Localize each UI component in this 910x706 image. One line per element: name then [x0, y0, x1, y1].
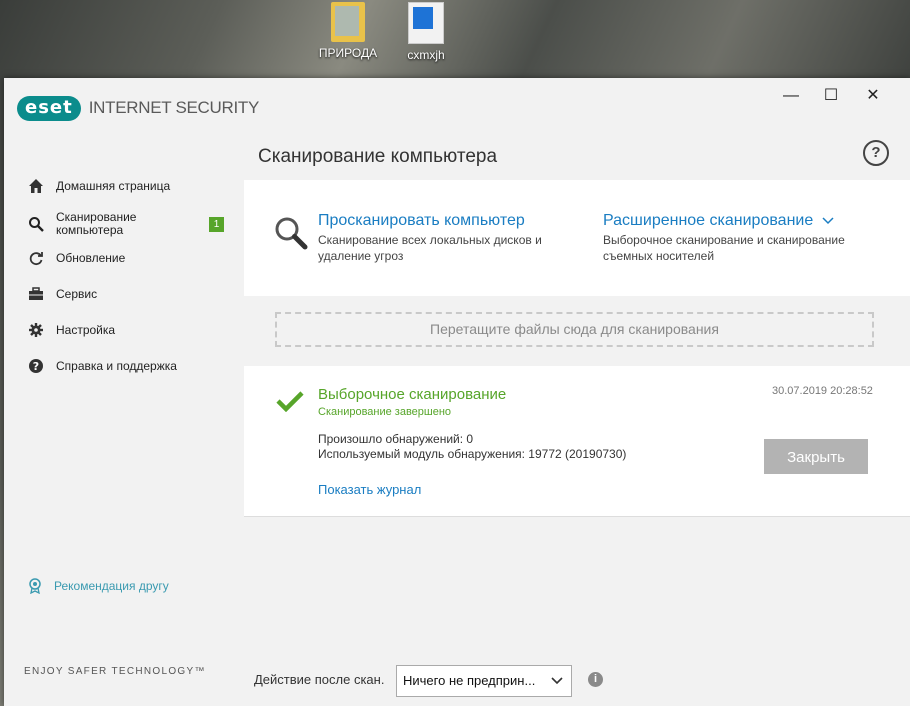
scan-count-badge: 1 [209, 216, 224, 232]
eset-window: eset INTERNET SECURITY — ☐ ✕ Домашняя ст… [4, 78, 910, 706]
desktop-icon-label: ПРИРОДА [318, 46, 378, 60]
desktop-icon-priroda[interactable]: ПРИРОДА [313, 2, 383, 60]
sidebar-item-update[interactable]: Обновление [4, 244, 244, 272]
sidebar-item-scan[interactable]: Сканирование компьютера 1 [4, 208, 244, 240]
desktop-icon-label: cxmxjh [407, 48, 445, 62]
scan-computer-desc-line1: Сканирование всех локальных дисков и [318, 233, 542, 247]
result-module: Используемый модуль обнаружения: 19772 (… [318, 447, 627, 461]
scan-computer-desc-line2: удаление угроз [318, 249, 404, 263]
checkmark-icon [276, 390, 304, 417]
sidebar-item-label: Домашняя страница [56, 179, 171, 193]
advanced-scan-title[interactable]: Расширенное сканирование [603, 212, 845, 230]
folder-icon [331, 2, 365, 42]
sidebar-item-help[interactable]: ? Справка и поддержка [4, 352, 244, 380]
sidebar-item-tools[interactable]: Сервис [4, 280, 244, 308]
desktop-icon-cxmxjh[interactable]: cxmxjh [391, 2, 461, 62]
gear-icon [28, 322, 44, 338]
award-icon [28, 578, 42, 594]
search-icon [28, 216, 44, 232]
title-bar: eset INTERNET SECURITY — ☐ ✕ [4, 78, 910, 140]
advanced-scan-label: Расширенное сканирование [603, 212, 814, 229]
maximize-button[interactable]: ☐ [816, 86, 846, 106]
result-status: Сканирование завершено [318, 406, 452, 418]
recommend-label: Рекомендация другу [54, 579, 169, 593]
eset-logo: eset INTERNET SECURITY [17, 95, 259, 121]
scan-computer-title[interactable]: Просканировать компьютер [318, 212, 542, 230]
advanced-scan-desc-line2: съемных носителей [603, 249, 715, 263]
minimize-button[interactable]: — [776, 86, 806, 106]
magnifier-icon [274, 216, 308, 255]
select-value: Ничего не предприн... [403, 673, 536, 688]
eset-badge: eset [17, 95, 81, 121]
advanced-scan-option[interactable]: Расширенное сканирование Выборочное скан… [603, 212, 845, 264]
show-log-link[interactable]: Показать журнал [318, 482, 421, 497]
svg-text:?: ? [33, 360, 39, 373]
info-icon[interactable]: i [588, 672, 603, 687]
scan-options-panel: Просканировать компьютер Сканирование вс… [244, 180, 910, 296]
tagline: ENJOY SAFER TECHNOLOGY™ [24, 666, 206, 677]
post-scan-action-label: Действие после скан. [254, 672, 385, 687]
result-detections: Произошло обнаружений: 0 [318, 432, 474, 446]
advanced-scan-desc-line1: Выборочное сканирование и сканирование [603, 233, 845, 247]
chevron-down-icon [551, 666, 563, 696]
sidebar-item-settings[interactable]: Настройка [4, 316, 244, 344]
main-content: Сканирование компьютера ? Просканировать… [244, 140, 910, 706]
result-timestamp: 30.07.2019 20:28:52 [772, 385, 873, 397]
help-icon: ? [28, 358, 44, 374]
scan-computer-option[interactable]: Просканировать компьютер Сканирование вс… [318, 212, 542, 264]
close-result-button[interactable]: Закрыть [764, 439, 868, 474]
recommend-friend-link[interactable]: Рекомендация другу [4, 578, 169, 594]
sidebar-item-home[interactable]: Домашняя страница [4, 172, 244, 200]
sidebar-item-label: Справка и поддержка [56, 359, 177, 373]
chevron-down-icon [822, 217, 834, 225]
sidebar-item-label: Настройка [56, 323, 116, 337]
document-icon [408, 2, 444, 44]
footer-bar: Действие после скан. Ничего не предприн.… [244, 650, 910, 706]
sidebar-item-label: Сервис [56, 287, 98, 301]
result-title: Выборочное сканирование [318, 386, 507, 403]
toolbox-icon [28, 286, 44, 302]
refresh-icon [28, 250, 44, 266]
drop-files-zone[interactable]: Перетащите файлы сюда для сканирования [275, 312, 874, 347]
close-window-button[interactable]: ✕ [858, 86, 888, 106]
post-scan-action-select[interactable]: Ничего не предприн... [396, 665, 572, 697]
sidebar: Домашняя страница Сканирование компьютер… [4, 140, 244, 706]
sidebar-item-label: Обновление [56, 251, 126, 265]
scan-result-card: Выборочное сканирование Сканирование зав… [244, 366, 910, 517]
home-icon [28, 178, 44, 194]
help-button[interactable]: ? [863, 140, 889, 166]
page-title: Сканирование компьютера [258, 146, 498, 167]
sidebar-item-label: Сканирование компьютера [56, 210, 137, 237]
product-name: INTERNET SECURITY [88, 98, 260, 117]
